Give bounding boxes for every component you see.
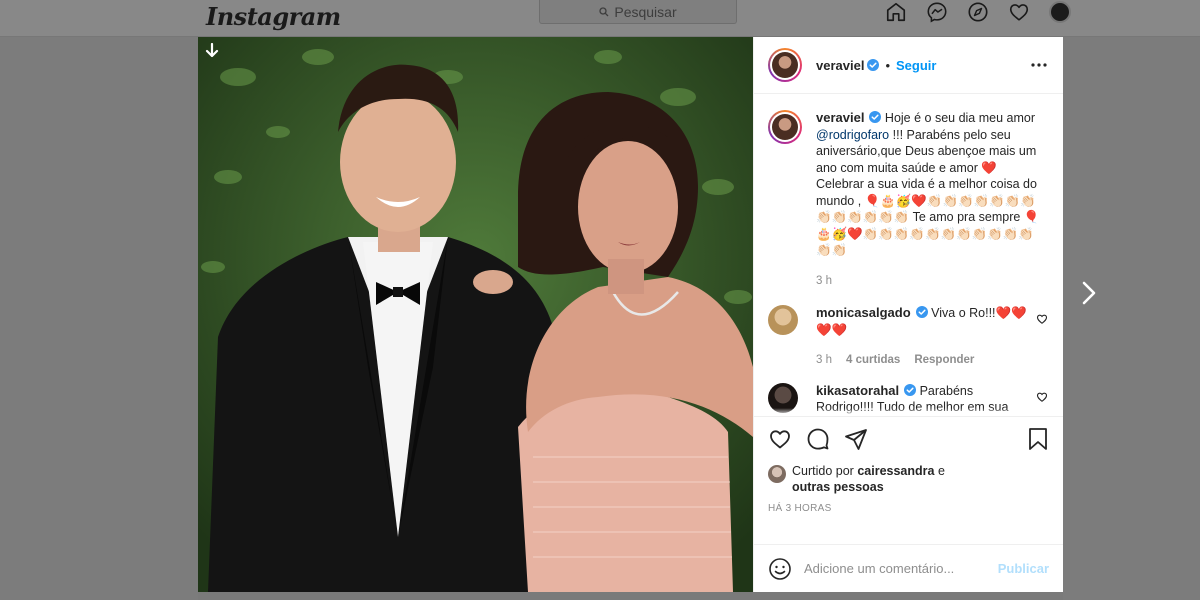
author-avatar[interactable] bbox=[768, 48, 802, 82]
next-post-arrow[interactable] bbox=[1078, 278, 1100, 308]
profile-avatar[interactable] bbox=[1048, 1, 1071, 24]
verified-badge-icon bbox=[869, 111, 882, 123]
caption-time: 3 h bbox=[816, 274, 832, 287]
emoji-smiley-icon[interactable] bbox=[768, 557, 792, 581]
background-page-left bbox=[0, 37, 198, 600]
explore-icon[interactable] bbox=[966, 1, 989, 24]
search-icon bbox=[599, 6, 609, 16]
comments-list[interactable]: veraviel Hoje é o seu dia meu amor @rodr… bbox=[754, 94, 1063, 416]
liker-avatar[interactable] bbox=[768, 465, 786, 483]
verified-badge-icon bbox=[915, 306, 928, 318]
search-placeholder: Pesquisar bbox=[614, 3, 677, 20]
top-navigation-bar: Instagram Pesquisar bbox=[0, 0, 1200, 37]
caption-avatar[interactable] bbox=[768, 110, 802, 144]
nav-icons bbox=[884, 0, 1071, 24]
like-heart-icon[interactable] bbox=[768, 427, 792, 451]
chevron-right-icon bbox=[1082, 281, 1096, 305]
liked-by: Curtido por cairessandra e outras pessoa… bbox=[768, 463, 1047, 495]
post-side-panel: veraviel • Seguir veraviel Hoje é o seu … bbox=[753, 37, 1063, 592]
share-paper-plane-icon[interactable] bbox=[844, 427, 868, 451]
comment-item: monicasalgado Viva o Ro!!!❤️❤️❤️❤️ 3 h 4… bbox=[768, 305, 1048, 369]
more-options-icon[interactable] bbox=[1031, 59, 1047, 71]
like-comment-heart-icon[interactable] bbox=[1036, 313, 1048, 325]
caption: veraviel Hoje é o seu dia meu amor @rodr… bbox=[768, 110, 1047, 289]
comment-username[interactable]: monicasalgado bbox=[816, 305, 911, 320]
comment-likes-link[interactable]: 4 curtidas bbox=[846, 352, 900, 369]
follow-button[interactable]: Seguir bbox=[896, 58, 936, 73]
search-bar[interactable]: Pesquisar bbox=[539, 0, 737, 24]
post-actions: Curtido por cairessandra e outras pessoa… bbox=[754, 416, 1063, 544]
save-bookmark-icon[interactable] bbox=[1027, 427, 1049, 451]
comment-avatar[interactable] bbox=[768, 305, 798, 335]
instagram-logo[interactable]: Instagram bbox=[206, 2, 341, 31]
post-header: veraviel • Seguir bbox=[754, 37, 1063, 94]
caption-mention-link[interactable]: @rodrigofaro bbox=[816, 128, 889, 142]
liked-by-user-link[interactable]: cairessandra bbox=[857, 464, 934, 478]
separator-dot: • bbox=[885, 57, 890, 73]
reply-button[interactable]: Responder bbox=[914, 352, 974, 369]
activity-heart-icon[interactable] bbox=[1007, 1, 1030, 24]
add-comment-bar: Publicar bbox=[754, 544, 1063, 592]
like-comment-heart-icon[interactable] bbox=[1036, 391, 1047, 403]
post-photo[interactable] bbox=[198, 37, 753, 592]
comment-bubble-icon[interactable] bbox=[806, 427, 830, 451]
download-arrow-icon bbox=[205, 43, 219, 58]
verified-badge-icon bbox=[904, 383, 917, 396]
post-modal: veraviel • Seguir veraviel Hoje é o seu … bbox=[198, 37, 1063, 592]
publish-button[interactable]: Publicar bbox=[998, 561, 1049, 576]
comment-username[interactable]: kikasatorahal bbox=[816, 383, 899, 398]
verified-badge-icon bbox=[867, 59, 880, 71]
couple-photo-illustration bbox=[198, 37, 753, 592]
messenger-icon[interactable] bbox=[925, 1, 948, 24]
comment-time: 3 h bbox=[816, 354, 832, 366]
liked-by-conj: e bbox=[937, 464, 945, 478]
post-timestamp[interactable]: HÁ 3 HORAS bbox=[768, 503, 1047, 514]
caption-text-part1: Hoje é o seu dia meu amor bbox=[884, 111, 1036, 125]
background-page-right bbox=[1063, 37, 1200, 600]
scroll-fade bbox=[754, 408, 1063, 416]
home-icon[interactable] bbox=[884, 1, 907, 24]
caption-text-part2: !!! Parabéns pelo seu aniversário,que De… bbox=[816, 127, 1040, 258]
liked-by-prefix: Curtido por bbox=[792, 464, 854, 478]
caption-username[interactable]: veraviel bbox=[816, 110, 864, 125]
author-username[interactable]: veraviel bbox=[816, 58, 864, 73]
comment-input[interactable] bbox=[804, 561, 998, 576]
liked-by-others-link[interactable]: outras pessoas bbox=[792, 480, 884, 494]
